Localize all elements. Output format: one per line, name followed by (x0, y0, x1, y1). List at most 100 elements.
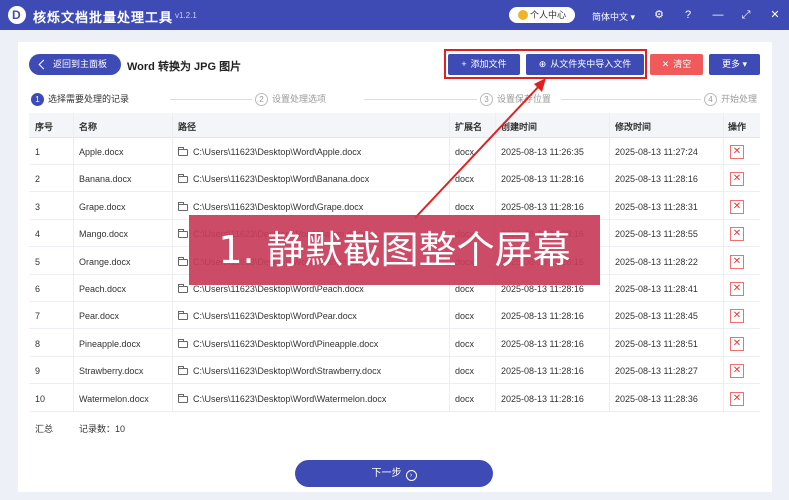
row-modified: 2025-08-13 11:28:51 (615, 338, 698, 349)
row-created: 2025-08-13 11:28:16 (501, 338, 584, 349)
table-row[interactable]: 10 Watermelon.docx C:\Users\11623\Desktop\… (29, 385, 760, 412)
row-ext: docx (455, 284, 475, 294)
step-4[interactable]: 4 开始处理 (704, 92, 757, 106)
row-ext: docx (455, 393, 475, 404)
step-2[interactable]: 2 设置处理选项 (255, 92, 326, 106)
next-step-button[interactable]: 下一步 › (295, 460, 493, 487)
row-index: 2 (35, 174, 41, 185)
gear-icon[interactable]: ⚙ (651, 7, 667, 23)
vip-icon (517, 10, 528, 20)
delete-row-icon[interactable]: ✕ (730, 145, 744, 159)
row-modified: 2025-08-13 11:28:41 (615, 284, 698, 294)
step-1[interactable]: 1 选择需要处理的记录 (31, 92, 129, 106)
column-divider (609, 113, 610, 412)
table-row[interactable]: 2 Banana.docx C:\Users\11623\Desktop\Word\… (29, 165, 760, 193)
folder-icon[interactable] (178, 147, 188, 156)
folder-icon[interactable] (178, 338, 188, 348)
row-name: Pineapple.docx (79, 338, 141, 349)
header-ext: 扩展名 (455, 122, 483, 132)
row-modified: 2025-08-13 11:28:16 (615, 174, 698, 185)
help-icon[interactable]: ? (680, 7, 696, 23)
more-button[interactable]: 更多 ▾ (709, 54, 760, 75)
row-name: Grape.docx (79, 201, 126, 212)
table-row[interactable]: 1 Apple.docx C:\Users\11623\Desktop\Word\A… (29, 138, 760, 165)
row-path: C:\Users\11623\Desktop\Word\Apple.docx (178, 147, 361, 157)
folder-icon[interactable] (178, 284, 188, 293)
chevron-left-icon (38, 59, 49, 70)
step-connector (364, 99, 477, 100)
language-select[interactable]: 简体中文 ▾ (592, 10, 635, 23)
row-index: 4 (35, 229, 41, 240)
row-created: 2025-08-13 11:26:35 (501, 147, 584, 157)
delete-row-icon[interactable]: ✕ (730, 391, 744, 406)
column-divider (723, 113, 724, 412)
header-action: 操作 (728, 122, 747, 132)
delete-row-icon[interactable]: ✕ (730, 199, 744, 214)
maximize-icon[interactable]: ⤢ (738, 7, 754, 23)
table-row[interactable]: 8 Pineapple.docx C:\Users\11623\Desktop\Wo… (29, 330, 760, 357)
header-index: 序号 (35, 122, 54, 132)
row-index: 10 (35, 393, 46, 404)
folder-icon[interactable] (178, 174, 188, 184)
delete-row-icon[interactable]: ✕ (730, 364, 744, 379)
app-title: 核烁文档批量处理工具 (33, 10, 174, 25)
table-header: 序号 名称 路径 扩展名 创建时间 修改时间 操作 (29, 113, 760, 138)
minimize-icon[interactable]: — (710, 7, 726, 23)
step-3[interactable]: 3 设置保存位置 (480, 92, 551, 106)
delete-row-icon[interactable]: ✕ (730, 172, 744, 187)
summary-label: 汇总 (35, 424, 54, 434)
row-path: C:\Users\11623\Desktop\Word\Strawberry.d… (178, 366, 381, 376)
clear-button[interactable]: ✕ 清空 (650, 54, 703, 75)
row-path: C:\Users\11623\Desktop\Word\Peach.docx (178, 284, 364, 294)
row-created: 2025-08-13 11:28:16 (501, 174, 584, 185)
folder-icon[interactable] (178, 366, 188, 376)
row-index: 9 (35, 366, 41, 377)
row-modified: 2025-08-13 11:28:27 (615, 366, 698, 377)
delete-row-icon[interactable]: ✕ (730, 309, 744, 324)
row-created: 2025-08-13 11:28:16 (501, 393, 584, 404)
row-name: Watermelon.docx (79, 393, 149, 404)
row-name: Orange.docx (79, 256, 131, 267)
row-path: C:\Users\11623\Desktop\Word\Pear.docx (178, 311, 357, 321)
user-center-button[interactable]: 个人中心 (509, 7, 575, 23)
row-index: 8 (35, 338, 41, 349)
row-ext: docx (455, 366, 475, 377)
folder-icon[interactable] (178, 256, 188, 266)
highlight-box (444, 49, 647, 79)
title-bar: 核烁文档批量处理工具 v1.2.1 个人中心 简体中文 ▾ ⚙ ? — ⤢ ✕ (0, 0, 789, 30)
delete-row-icon[interactable]: ✕ (730, 282, 744, 296)
row-index: 5 (35, 256, 41, 267)
row-name: Pear.docx (79, 311, 120, 322)
row-name: Banana.docx (79, 174, 132, 185)
record-count: 记录数：10 (79, 424, 126, 434)
delete-row-icon[interactable]: ✕ (730, 227, 744, 242)
row-index: 1 (35, 147, 41, 157)
row-name: Peach.docx (79, 284, 127, 294)
app-logo-icon (8, 6, 26, 24)
chevron-down-icon: ▾ (742, 59, 748, 69)
app-version: v1.2.1 (175, 11, 197, 20)
row-modified: 2025-08-13 11:28:31 (615, 201, 698, 212)
row-created: 2025-08-13 11:28:16 (501, 366, 584, 377)
row-path: C:\Users\11623\Desktop\Word\Grape.docx (178, 201, 363, 212)
row-path: C:\Users\11623\Desktop\Word\Pineapple.do… (178, 338, 378, 349)
table-row[interactable]: 9 Strawberry.docx C:\Users\11623\Desktop\W… (29, 357, 760, 385)
folder-icon[interactable] (178, 229, 188, 239)
header-created: 创建时间 (501, 122, 538, 132)
row-index: 3 (35, 201, 41, 212)
header-modified: 修改时间 (615, 122, 652, 132)
back-to-main-button[interactable]: 返回到主面板 (29, 54, 121, 75)
column-divider (73, 113, 74, 412)
folder-icon[interactable] (178, 393, 188, 403)
folder-icon[interactable] (178, 201, 188, 211)
close-icon[interactable]: ✕ (767, 7, 783, 23)
delete-row-icon[interactable]: ✕ (730, 254, 744, 269)
delete-row-icon[interactable]: ✕ (730, 336, 744, 351)
folder-icon[interactable] (178, 311, 188, 321)
row-ext: docx (455, 174, 475, 185)
row-index: 7 (35, 311, 41, 322)
row-modified: 2025-08-13 11:28:45 (615, 311, 698, 322)
table-row[interactable]: 7 Pear.docx C:\Users\11623\Desktop\Word\Pe… (29, 302, 760, 330)
row-ext: docx (455, 147, 475, 157)
row-name: Apple.docx (79, 147, 124, 157)
